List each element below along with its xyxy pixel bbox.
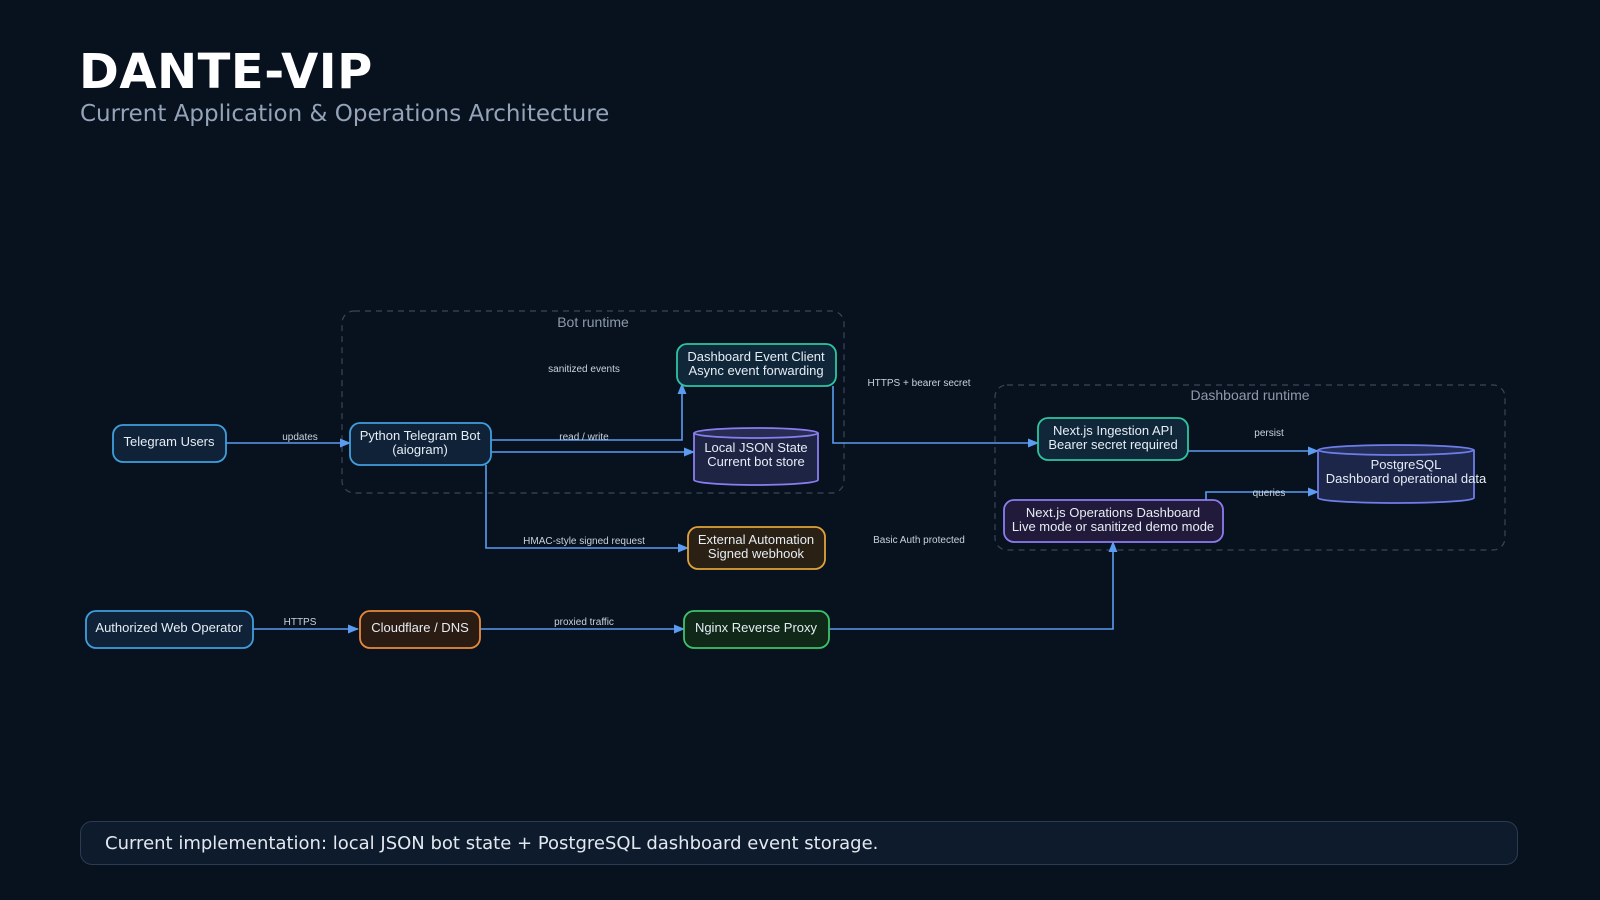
node-label-line1: Dashboard Event Client — [687, 349, 825, 364]
node-web-operator: Authorized Web Operator — [85, 610, 254, 649]
node-json-state: Local JSON State Current bot store — [693, 427, 819, 486]
node-label-line2: Bearer secret required — [1048, 437, 1177, 452]
node-label: Cloudflare / DNS — [371, 620, 469, 635]
node-label-line1: Next.js Ingestion API — [1053, 423, 1173, 438]
node-label: Telegram Users — [123, 434, 215, 449]
node-label-line1: External Automation — [698, 532, 814, 547]
node-nginx: Nginx Reverse Proxy — [683, 610, 830, 649]
node-ingestion-api: Next.js Ingestion API Bearer secret requ… — [1037, 417, 1189, 461]
group-label-bot-runtime: Bot runtime — [557, 314, 629, 330]
node-ops-dashboard: Next.js Operations Dashboard Live mode o… — [1003, 499, 1224, 543]
node-label: Authorized Web Operator — [95, 620, 243, 635]
edge-label-hmac: HMAC-style signed request — [523, 536, 645, 547]
architecture-diagram: Bot runtime Dashboard runtime updates sa… — [85, 310, 1506, 649]
footer-text: Current implementation: local JSON bot s… — [105, 833, 879, 854]
node-cloudflare: Cloudflare / DNS — [359, 610, 481, 649]
node-label-line1: Next.js Operations Dashboard — [1026, 505, 1200, 520]
node-label-line1: Python Telegram Bot — [360, 428, 481, 443]
node-label-line1: PostgreSQL — [1371, 457, 1442, 472]
node-telegram-users: Telegram Users — [112, 424, 227, 463]
node-python-bot: Python Telegram Bot (aiogram) — [349, 422, 492, 466]
footer-note: Current implementation: local JSON bot s… — [80, 821, 1518, 865]
edge-label-basic-auth: Basic Auth protected — [873, 535, 965, 546]
edge-label-queries: queries — [1253, 488, 1286, 499]
edge-basic-auth — [829, 540, 1118, 630]
edge-label-https: HTTPS — [284, 617, 317, 628]
edge-https-bearer — [832, 386, 1040, 448]
edge-label-persist: persist — [1254, 428, 1284, 439]
node-event-client: Dashboard Event Client Async event forwa… — [676, 343, 837, 387]
node-label-line2: Dashboard operational data — [1326, 471, 1487, 486]
edge-label-https-bearer: HTTPS + bearer secret — [867, 378, 970, 389]
node-label-line2: Current bot store — [707, 454, 805, 469]
edge-label-updates: updates — [282, 432, 318, 443]
group-label-dashboard-runtime: Dashboard runtime — [1190, 387, 1309, 403]
node-label: Nginx Reverse Proxy — [695, 620, 818, 635]
node-label-line2: Signed webhook — [708, 546, 805, 561]
node-label-line2: Live mode or sanitized demo mode — [1012, 519, 1214, 534]
node-external-automation: External Automation Signed webhook — [687, 526, 826, 570]
node-label-line2: (aiogram) — [392, 442, 448, 457]
edge-label-read-write: read / write — [559, 432, 609, 443]
edge-label-proxied: proxied traffic — [554, 617, 614, 628]
edge-label-sanitized-events: sanitized events — [548, 364, 620, 375]
node-label-line2: Async event forwarding — [688, 363, 823, 378]
node-postgres: PostgreSQL Dashboard operational data — [1317, 444, 1487, 504]
node-label-line1: Local JSON State — [704, 440, 807, 455]
